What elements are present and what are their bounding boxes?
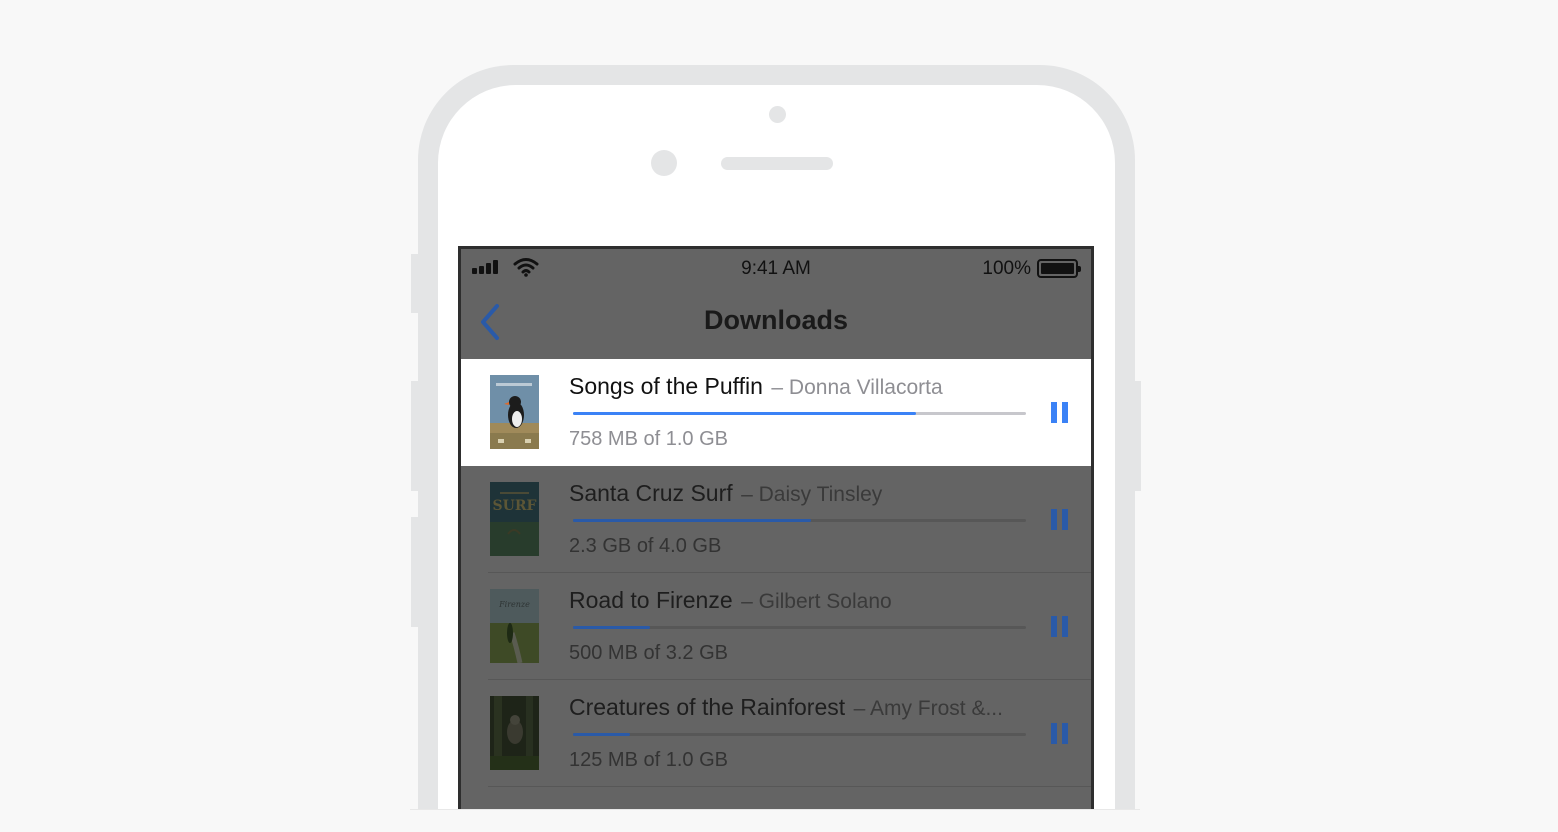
navigation-bar: Downloads (461, 285, 1091, 359)
row-separator (488, 786, 1091, 787)
pause-button[interactable] (1050, 402, 1070, 423)
svg-text:Firenze: Firenze (498, 600, 530, 609)
pause-icon (1051, 509, 1057, 530)
puffin-poster-icon (490, 375, 539, 449)
pause-button[interactable] (1050, 723, 1070, 744)
download-author: – Donna Villacorta (771, 376, 943, 399)
screen-content: 9:41 AM 100% Downloads Songs of the Puff… (461, 249, 1091, 809)
downloads-list: Songs of the Puffin – Donna Villacorta 7… (461, 359, 1091, 787)
download-size: 500 MB of 3.2 GB (569, 642, 728, 664)
pause-icon (1051, 616, 1057, 637)
download-progress-fill (573, 733, 630, 736)
status-bar: 9:41 AM 100% (461, 249, 1091, 285)
download-title: Songs of the Puffin (569, 373, 763, 399)
front-camera (651, 150, 677, 176)
download-progress-bar (573, 519, 1026, 522)
download-size: 2.3 GB of 4.0 GB (569, 535, 722, 557)
proximity-sensor (769, 106, 786, 123)
download-author: – Daisy Tinsley (741, 483, 883, 506)
download-row[interactable]: SURF Santa Cruz Surf – Daisy Tinsley 2.3… (461, 466, 1091, 573)
download-progress-bar (573, 626, 1026, 629)
rainforest-poster-icon (490, 696, 539, 770)
pause-button[interactable] (1050, 616, 1070, 637)
download-title: Road to Firenze (569, 587, 733, 613)
battery-full-icon (1037, 259, 1081, 278)
phone-cutoff (410, 810, 1140, 832)
download-row[interactable]: Songs of the Puffin – Donna Villacorta 7… (461, 359, 1091, 466)
download-progress-fill (573, 519, 811, 522)
download-title: Creatures of the Rainforest (569, 694, 846, 720)
svg-text:SURF: SURF (493, 498, 537, 514)
download-size: 125 MB of 1.0 GB (569, 749, 728, 771)
download-row[interactable]: Creatures of the Rainforest – Amy Frost … (461, 680, 1091, 787)
download-progress-bar (573, 412, 1026, 415)
download-title-line: Songs of the Puffin – Donna Villacorta (569, 373, 1029, 400)
download-title-line: Road to Firenze – Gilbert Solano (569, 587, 1029, 614)
battery-percent: 100% (982, 258, 1031, 279)
download-author: – Amy Frost &... (853, 697, 1003, 720)
firenze-poster-icon: Firenze (490, 589, 539, 663)
download-row[interactable]: Firenze Road to Firenze – Gilbert Solano… (461, 573, 1091, 680)
download-progress-fill (573, 412, 917, 415)
download-progress-fill (573, 626, 650, 629)
download-size: 758 MB of 1.0 GB (569, 428, 728, 450)
pause-icon (1051, 723, 1057, 744)
phone-screen: 9:41 AM 100% Downloads Songs of the Puff… (458, 246, 1094, 809)
download-title-line: Creatures of the Rainforest – Amy Frost … (569, 694, 1029, 721)
pause-icon (1051, 402, 1057, 423)
pause-button[interactable] (1050, 509, 1070, 530)
page-title: Downloads (703, 305, 848, 335)
download-title-line: Santa Cruz Surf – Daisy Tinsley (569, 480, 1029, 507)
surf-poster-icon: SURF (490, 482, 539, 556)
download-author: – Gilbert Solano (741, 590, 892, 613)
page-background: 9:41 AM 100% Downloads Songs of the Puff… (0, 0, 1558, 832)
download-progress-bar (573, 733, 1026, 736)
download-title: Santa Cruz Surf (569, 480, 733, 506)
earpiece-speaker (721, 157, 833, 170)
